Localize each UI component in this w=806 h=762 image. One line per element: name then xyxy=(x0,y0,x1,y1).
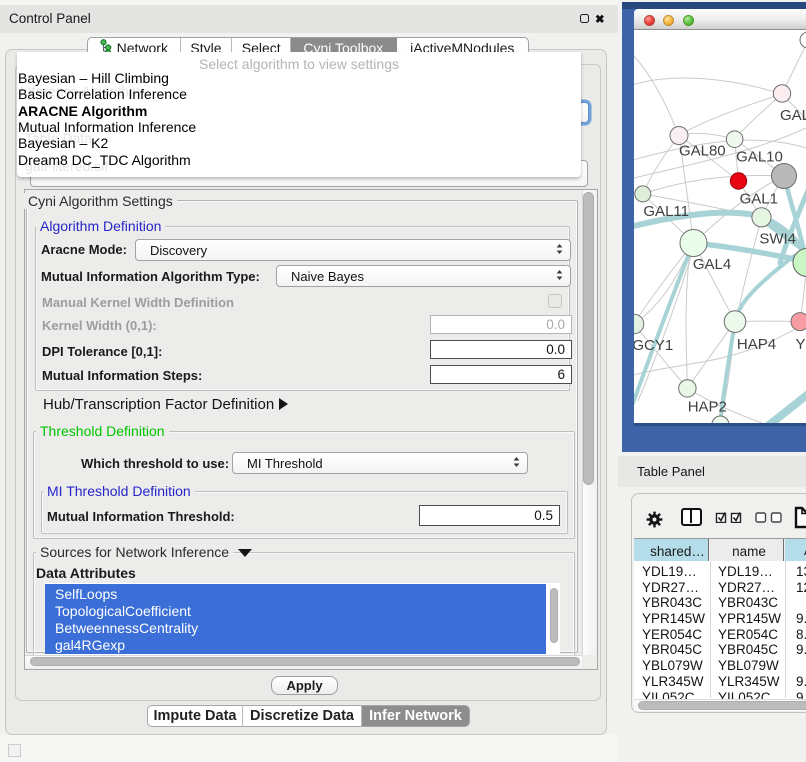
svg-text:SWI4: SWI4 xyxy=(759,231,796,248)
svg-text:GAL11: GAL11 xyxy=(643,203,689,220)
svg-text:GAL10: GAL10 xyxy=(736,149,783,166)
svg-text:GAL1: GAL1 xyxy=(740,191,778,208)
svg-text:GAL: GAL xyxy=(780,107,806,124)
svg-text:HAP2: HAP2 xyxy=(688,398,727,415)
svg-text:GAL4: GAL4 xyxy=(693,256,731,273)
svg-text:YM: YM xyxy=(796,336,806,353)
svg-text:GCY1: GCY1 xyxy=(634,337,673,354)
svg-text:HAP4: HAP4 xyxy=(737,336,776,353)
svg-text:GAL80: GAL80 xyxy=(679,142,726,159)
